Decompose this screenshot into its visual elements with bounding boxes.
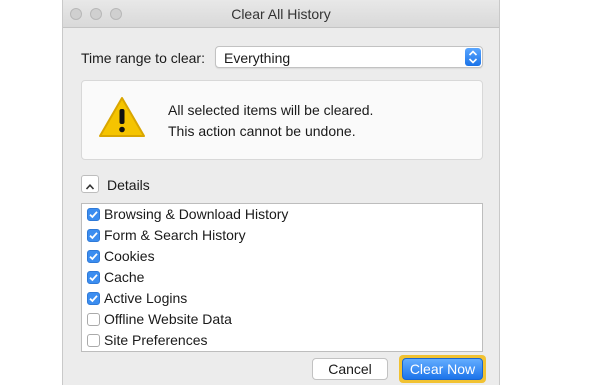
history-item-label: Offline Website Data [104, 311, 232, 327]
history-item-label: Cookies [104, 248, 155, 264]
history-item-label: Browsing & Download History [104, 206, 289, 222]
checkbox-checked[interactable] [87, 250, 100, 263]
checkbox-unchecked[interactable] [87, 334, 100, 347]
checkbox-checked[interactable] [87, 292, 100, 305]
clear-now-button[interactable]: Clear Now [402, 358, 483, 380]
cancel-button[interactable]: Cancel [312, 358, 388, 380]
title-bar: Clear All History [63, 0, 499, 28]
checkbox-checked[interactable] [87, 208, 100, 221]
checkbox-checked[interactable] [87, 229, 100, 242]
history-item-label: Cache [104, 269, 145, 285]
details-toggle-button[interactable] [81, 175, 99, 193]
clear-now-highlight: Clear Now [399, 355, 486, 383]
time-range-label: Time range to clear: [81, 50, 205, 66]
checkbox-unchecked[interactable] [87, 313, 100, 326]
warning-line-1: All selected items will be cleared. [168, 102, 374, 118]
chevron-up-icon [85, 179, 95, 197]
details-label: Details [107, 177, 150, 193]
warning-line-2: This action cannot be undone. [168, 123, 356, 139]
history-items-list: Browsing & Download History Form & Searc… [81, 203, 483, 352]
history-item-label: Form & Search History [104, 227, 246, 243]
window-title: Clear All History [231, 6, 331, 22]
checkbox-checked[interactable] [87, 271, 100, 284]
dialog-window: Clear All History Time range to clear: E… [62, 0, 500, 385]
time-range-value: Everything [224, 50, 291, 66]
history-item-label: Active Logins [104, 290, 188, 306]
warning-box: All selected items will be cleared. This… [81, 80, 483, 160]
history-item-label: Site Preferences [104, 332, 208, 348]
time-range-select[interactable]: Everything [215, 46, 483, 68]
warning-triangle-icon [98, 96, 146, 143]
select-arrows-icon [465, 48, 481, 66]
